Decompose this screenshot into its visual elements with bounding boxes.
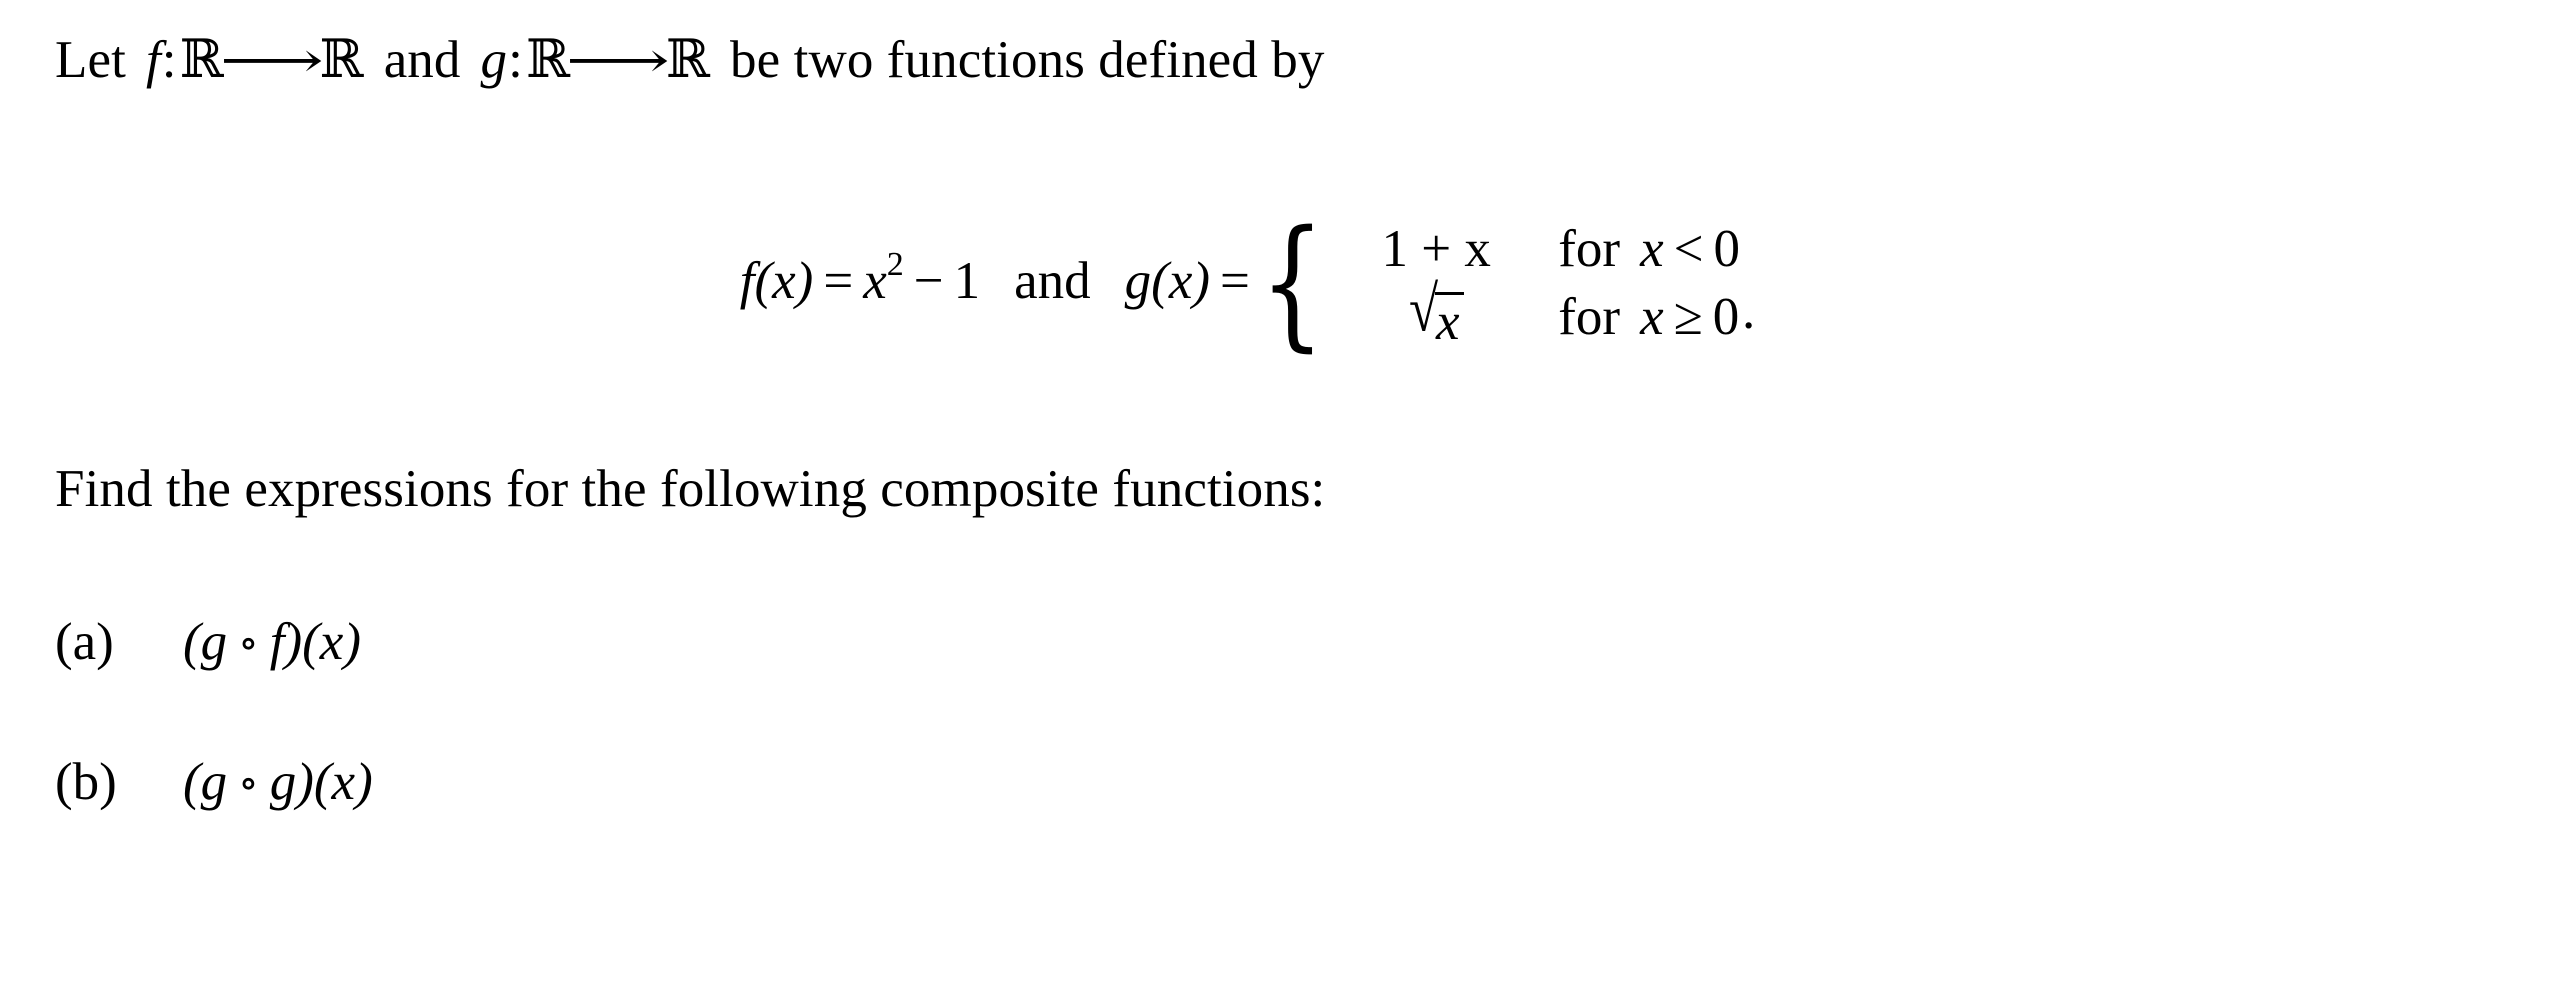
f-colon: :: [161, 31, 177, 89]
item-b-expression: (g ∘ g)(x): [183, 752, 373, 812]
g-def-arg: (x): [1151, 252, 1210, 310]
statement-conjunction: and: [383, 31, 461, 89]
piecewise-brace-icon: {: [1259, 201, 1325, 366]
case-2-value: √ x: [1336, 278, 1536, 351]
radicand: x: [1435, 292, 1464, 349]
f-def-exponent: 2: [886, 246, 904, 284]
document-page: Let f:ℝ⟶ℝ and g:ℝ⟶ℝ be two functions defined…: [0, 0, 2559, 1000]
compose-operator-icon: ∘: [238, 761, 259, 807]
item-b-argument: (x): [313, 753, 373, 811]
case-2-cond-rel: ≥: [1673, 288, 1703, 346]
case-1-cond-rel: <: [1673, 220, 1704, 278]
f-def-constant: 1: [953, 252, 981, 310]
f-def-arg: (x): [754, 252, 814, 310]
case-2-cond-var: x: [1640, 288, 1664, 346]
case-1-cond-num: 0: [1713, 220, 1740, 278]
item-a-label: (a): [55, 613, 114, 671]
case-1-condition: for x <0: [1536, 215, 1740, 283]
problem-statement-line: Let f:ℝ⟶ℝ and g:ℝ⟶ℝ be two functions defined…: [55, 33, 1324, 87]
equation-terminator: .: [1741, 282, 1756, 340]
statement-tail: be two functions defined by: [730, 31, 1325, 89]
case-2-for-word: for: [1558, 288, 1621, 346]
item-a-close-paren: ): [284, 613, 303, 671]
piecewise-case-row: 1 + x for x <0: [1336, 215, 1740, 283]
f-def-name: f: [739, 252, 755, 310]
displayed-equation: f(x) = x2−1 and g(x) = { 1 + x for x <0 √ x fo…: [0, 201, 2559, 366]
item-b-open-paren: (: [183, 753, 201, 811]
g-definition-head: g(x) =: [1125, 251, 1250, 315]
radical-glyph: √: [1408, 274, 1439, 346]
function-g-symbol: g: [480, 31, 508, 89]
f-arrow-icon: ⟶: [219, 32, 324, 88]
compose-operator-icon: ∘: [238, 621, 259, 667]
item-a-left-function: g: [200, 613, 228, 671]
g-colon: :: [508, 31, 523, 89]
item-b-left-function: g: [200, 753, 228, 811]
item-a-argument: (x): [302, 613, 361, 671]
piecewise-cases: 1 + x for x <0 √ x for x ≥0: [1336, 215, 1740, 351]
f-definition: f(x) = x2−1: [739, 248, 981, 315]
item-b-label: (b): [55, 753, 117, 811]
statement-lead: Let: [55, 31, 126, 89]
f-def-minus: −: [913, 252, 944, 310]
g-def-equals: =: [1220, 252, 1250, 310]
equation-conjunction: and: [1014, 252, 1091, 310]
problem-item-a: (a) (g ∘ f)(x): [55, 612, 361, 672]
case-2-condition: for x ≥0: [1536, 283, 1739, 351]
item-a-expression: (g ∘ f)(x): [183, 612, 361, 672]
f-def-equals: =: [823, 252, 854, 310]
square-root-icon: √ x: [1409, 278, 1464, 349]
case-1-for-word: for: [1558, 220, 1621, 278]
case-1-one: 1 + x: [1381, 220, 1491, 278]
piecewise-case-row: √ x for x ≥0: [1336, 278, 1740, 351]
problem-item-b: (b) (g ∘ g)(x): [55, 752, 373, 812]
case-1-cond-var: x: [1640, 220, 1664, 278]
g-def-name: g: [1124, 252, 1152, 310]
item-b-right-function: g: [269, 753, 297, 811]
function-f-symbol: f: [145, 31, 161, 89]
g-arrow-icon: ⟶: [565, 32, 671, 88]
piecewise-definition: { 1 + x for x <0 √ x for x ≥0 .: [1250, 201, 1756, 366]
item-a-right-function: f: [269, 613, 285, 671]
item-b-close-paren: ): [296, 753, 314, 811]
f-def-base: x: [863, 252, 887, 310]
instruction-line: Find the expressions for the following c…: [55, 460, 1326, 518]
case-2-cond-num: 0: [1712, 288, 1740, 346]
case-1-value: 1 + x: [1336, 215, 1536, 283]
item-a-open-paren: (: [183, 613, 201, 671]
